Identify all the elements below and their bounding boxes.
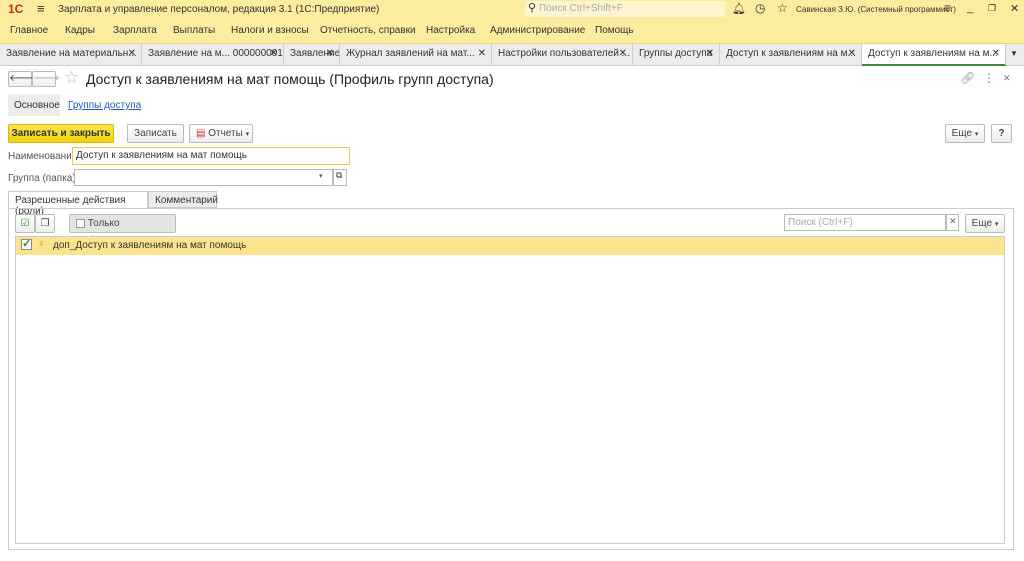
star-icon[interactable]: ☆ — [777, 1, 788, 15]
menu-personnel[interactable]: Кадры — [65, 25, 95, 36]
tab-item[interactable]: Заявление на м... 000000001 ✕ — [142, 44, 284, 65]
tab-label: Настройки пользователей ... — [498, 48, 630, 59]
nav-access-groups-link[interactable]: Группы доступа — [68, 100, 141, 111]
tab-label: Заявление на материальн... — [6, 48, 137, 59]
save-button[interactable]: Записать — [127, 124, 184, 143]
group-label: Группа (папка): — [8, 173, 79, 184]
forward-button[interactable]: 🡒 — [32, 71, 60, 87]
bell-icon[interactable]: 🔔︎ — [732, 2, 746, 15]
menu-administration[interactable]: Администрирование — [490, 25, 585, 36]
help-button[interactable]: ? — [991, 124, 1012, 143]
tab-item[interactable]: Заявление ✕ — [284, 44, 340, 65]
hamburger-menu-icon[interactable]: ≡ — [37, 1, 45, 16]
subtab-comment[interactable]: Комментарий — [148, 191, 218, 208]
menu-main[interactable]: Главное — [10, 25, 48, 36]
more-actions-icon[interactable]: ⋮ — [983, 71, 995, 85]
open-tabs-bar: Заявление на материальн... ✕ Заявление на… — [0, 44, 1024, 66]
history-icon[interactable]: ◷ — [755, 1, 765, 15]
checkbox-icon — [76, 218, 85, 228]
app-title: Зарплата и управление персоналом, редакц… — [58, 4, 380, 15]
open-icon[interactable]: ⧉ — [333, 169, 347, 186]
restore-icon[interactable]: ❐ — [988, 3, 996, 14]
search-placeholder: Поиск Ctrl+Shift+F — [539, 3, 623, 14]
1c-logo[interactable]: 1С — [8, 2, 23, 16]
settings-menu-icon[interactable]: ≡ — [944, 1, 951, 15]
tab-item[interactable]: Заявление на материальн... ✕ — [0, 44, 142, 65]
subtab-roles[interactable]: Разрешенные действия (роли) — [8, 191, 148, 217]
role-checkbox[interactable]: ✓ — [21, 239, 32, 250]
report-icon: ▤ — [196, 128, 206, 139]
page-title: Доступ к заявлениям на мат помощь (Профи… — [86, 71, 494, 87]
menu-taxes[interactable]: Налоги и взносы — [231, 25, 309, 36]
menu-payments[interactable]: Выплаты — [173, 25, 215, 36]
list-search-input[interactable]: Поиск (Ctrl+F) — [784, 214, 946, 231]
more-button[interactable]: Еще ▾ — [945, 124, 985, 143]
tab-item[interactable]: Группы доступа ✕ — [633, 44, 720, 65]
group-input[interactable] — [74, 169, 333, 186]
close-tab-icon[interactable]: ✕ — [619, 48, 627, 59]
save-and-close-button[interactable]: Записать и закрыть — [8, 124, 114, 143]
tab-item[interactable]: Настройки пользователей ... ✕ — [492, 44, 633, 65]
name-input[interactable]: Доступ к заявлениям на мат помощь — [72, 147, 350, 165]
nav-main[interactable]: Основное — [8, 94, 60, 116]
title-bar: 1С ≡ Зарплата и управление персоналом, р… — [0, 0, 1024, 19]
check-all-button[interactable]: ☑ — [15, 214, 35, 233]
close-icon[interactable]: ✕ — [1010, 2, 1019, 15]
tab-item-active[interactable]: Доступ к заявлениям на м... ✕ — [862, 44, 1006, 66]
back-button[interactable]: 🡐 — [8, 71, 36, 87]
reports-button[interactable]: ▤ Отчеты ▾ — [189, 124, 253, 143]
menu-settings[interactable]: Настройка — [426, 25, 475, 36]
menu-salary[interactable]: Зарплата — [113, 25, 157, 36]
chevron-down-icon: ▾ — [245, 131, 250, 138]
minimize-icon[interactable]: _ — [967, 2, 973, 14]
roles-list: ✓ ♀ доп_Доступ к заявлениям на мат помощ… — [15, 236, 1005, 544]
only-selected-toggle[interactable]: Только выбранные — [69, 214, 176, 246]
list-item[interactable]: ✓ ♀ доп_Доступ к заявлениям на мат помощ… — [16, 237, 1004, 255]
name-label: Наименование: — [8, 151, 81, 162]
close-tab-icon[interactable]: ✕ — [326, 48, 334, 59]
more-label: Еще — [951, 128, 973, 139]
tab-item[interactable]: Журнал заявлений на мат... ✕ — [340, 44, 492, 65]
tab-label: Доступ к заявлениям на м... — [726, 48, 856, 59]
close-tab-icon[interactable]: ✕ — [706, 48, 714, 59]
role-name: доп_Доступ к заявлениям на мат помощь — [53, 240, 247, 251]
tabs-dropdown-icon[interactable]: ▼ — [1010, 49, 1018, 58]
link-icon[interactable]: 🔗︎ — [960, 71, 975, 85]
chevron-down-icon: ▾ — [974, 131, 979, 138]
menu-help[interactable]: Помощь — [595, 25, 634, 36]
reports-label: Отчеты — [208, 128, 243, 139]
global-search-input[interactable]: ⚲ Поиск Ctrl+Shift+F — [525, 1, 725, 17]
close-tab-icon[interactable]: ✕ — [992, 48, 1000, 59]
close-tab-icon[interactable]: ✕ — [270, 48, 278, 59]
role-key-icon: ♀ — [37, 238, 46, 250]
tab-label: Группы доступа — [639, 48, 713, 59]
favorite-star-icon[interactable]: ☆ — [64, 68, 79, 88]
close-form-icon[interactable]: ✕ — [1003, 73, 1011, 84]
tab-label: Доступ к заявлениям на м... — [868, 48, 998, 59]
close-tab-icon[interactable]: ✕ — [848, 48, 856, 59]
list-more-button[interactable]: Еще ▾ — [965, 214, 1005, 233]
dropdown-icon[interactable]: ▾ — [319, 172, 323, 180]
search-icon: ⚲ — [528, 2, 537, 14]
current-user[interactable]: Савинская З.Ю. (Системный программист) — [796, 5, 956, 14]
chevron-down-icon: ▾ — [994, 221, 999, 228]
tab-label: Журнал заявлений на мат... — [346, 48, 475, 59]
main-menu: Главное Кадры Зарплата Выплаты Налоги и … — [0, 19, 1024, 44]
menu-reports[interactable]: Отчетность, справки — [320, 25, 416, 36]
clear-search-icon[interactable]: ✕ — [946, 214, 959, 231]
tab-label: Заявление на м... 000000001 — [148, 48, 283, 59]
tab-item[interactable]: Доступ к заявлениям на м... ✕ — [720, 44, 862, 65]
roles-panel: ☑ ❐ Только выбранные Поиск (Ctrl+F) ✕ Ещ… — [8, 208, 1014, 550]
close-tab-icon[interactable]: ✕ — [478, 48, 486, 59]
uncheck-all-button[interactable]: ❐ — [35, 214, 55, 233]
more-label: Еще — [971, 218, 993, 229]
close-tab-icon[interactable]: ✕ — [128, 48, 136, 59]
